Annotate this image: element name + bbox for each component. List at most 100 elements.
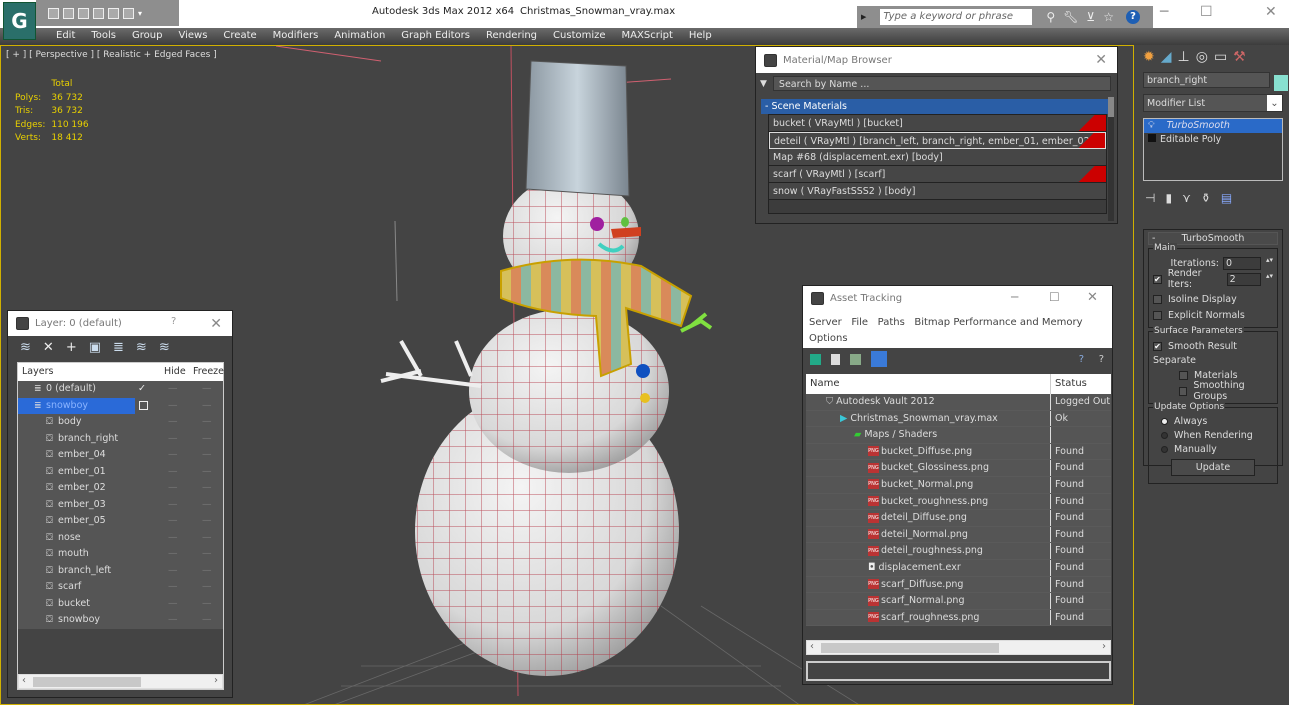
- maximize-button[interactable]: ☐: [1200, 4, 1213, 20]
- menu-graph-editors[interactable]: Graph Editors: [393, 28, 478, 45]
- column-hide[interactable]: Hide: [164, 363, 186, 381]
- viewport-label[interactable]: [ + ] [ Perspective ] [ Realistic + Edge…: [6, 50, 217, 60]
- asset-row[interactable]: ▶ Christmas_Snowman_vray.max Ok: [806, 410, 1111, 428]
- column-name[interactable]: Name: [810, 374, 840, 394]
- tab-modify-icon[interactable]: ◢: [1161, 49, 1172, 65]
- material-row[interactable]: bucket ( VRayMtl ) [bucket]: [769, 115, 1106, 132]
- asset-row[interactable]: PNG bucket_roughness.png Found: [806, 493, 1111, 511]
- menu-options[interactable]: Options: [809, 333, 848, 344]
- freeze-toggle[interactable]: —: [202, 431, 212, 447]
- freeze-toggle[interactable]: —: [202, 497, 212, 513]
- current-layer-checkbox[interactable]: [139, 400, 148, 410]
- select-objects-icon[interactable]: ▣: [89, 340, 101, 355]
- layer-object-row[interactable]: ⛋ branch_left — —: [18, 562, 223, 579]
- freeze-toggle[interactable]: —: [202, 381, 212, 397]
- qat-dropdown-icon[interactable]: ▾: [138, 9, 142, 18]
- scroll-left-icon[interactable]: ‹: [810, 641, 814, 652]
- material-search-input[interactable]: Search by Name ...: [772, 76, 1111, 91]
- tab-hierarchy-icon[interactable]: ⊥: [1178, 49, 1190, 65]
- maximize-icon[interactable]: ☐: [1049, 290, 1060, 304]
- asset-row[interactable]: PNG deteil_roughness.png Found: [806, 543, 1111, 560]
- hide-toggle[interactable]: —: [168, 381, 178, 397]
- help-icon[interactable]: ?: [1079, 354, 1084, 365]
- hide-all-icon[interactable]: ≋: [136, 340, 147, 355]
- freeze-toggle[interactable]: —: [202, 480, 212, 496]
- freeze-toggle[interactable]: —: [202, 596, 212, 612]
- asset-row[interactable]: PNG scarf_Diffuse.png Found: [806, 576, 1111, 594]
- column-freeze[interactable]: Freeze: [193, 363, 224, 381]
- tab-utilities-icon[interactable]: ⚒: [1233, 49, 1246, 65]
- freeze-toggle[interactable]: —: [202, 612, 212, 628]
- hide-toggle[interactable]: —: [168, 480, 178, 496]
- menu-views[interactable]: Views: [170, 28, 215, 45]
- chevron-down-icon[interactable]: ⌄: [1267, 95, 1282, 111]
- material-browser-titlebar[interactable]: Material/Map Browser ✕: [756, 47, 1117, 73]
- asset-row[interactable]: PNG deteil_Diffuse.png Found: [806, 510, 1111, 527]
- modifier-list-dropdown[interactable]: Modifier List ⌄: [1143, 94, 1283, 112]
- object-color-swatch[interactable]: [1274, 75, 1288, 91]
- layer-object-row[interactable]: ⛋ snowboy — —: [18, 612, 223, 629]
- vertical-scrollbar[interactable]: [1108, 97, 1114, 221]
- material-row[interactable]: snow ( VRayFastSSS2 ) [body]: [769, 183, 1106, 200]
- menu-maxscript[interactable]: MAXScript: [614, 28, 681, 45]
- hide-toggle[interactable]: —: [168, 530, 178, 546]
- wrench-icon[interactable]: 🔧︎: [1063, 10, 1078, 24]
- options-menu-icon[interactable]: ▼: [760, 79, 767, 89]
- menu-group[interactable]: Group: [124, 28, 170, 45]
- binoculars-icon[interactable]: ⚲: [1046, 10, 1055, 24]
- menu-animation[interactable]: Animation: [326, 28, 393, 45]
- close-icon[interactable]: ✕: [210, 316, 222, 332]
- menu-file[interactable]: File: [851, 317, 868, 328]
- menu-paths[interactable]: Paths: [878, 317, 905, 328]
- close-button[interactable]: ✕: [1265, 4, 1277, 20]
- configure-modifier-sets-icon[interactable]: ▤: [1221, 191, 1232, 205]
- make-unique-icon[interactable]: ⋎: [1182, 191, 1191, 205]
- smooth-result-checkbox[interactable]: ✔: [1153, 341, 1162, 351]
- create-layer-icon[interactable]: ≋: [20, 340, 31, 355]
- add-to-layer-icon[interactable]: +: [66, 340, 77, 355]
- asset-row[interactable]: PNG bucket_Diffuse.png Found: [806, 443, 1111, 461]
- pin-stack-icon[interactable]: ⊣: [1145, 191, 1155, 205]
- menu-edit[interactable]: Edit: [48, 28, 83, 45]
- list-view-icon[interactable]: [831, 353, 840, 365]
- hide-toggle[interactable]: —: [168, 464, 178, 480]
- render-iters-checkbox[interactable]: ✔: [1153, 274, 1162, 284]
- hide-toggle[interactable]: —: [168, 612, 178, 628]
- layer-object-row[interactable]: ⛋ bucket — —: [18, 595, 223, 612]
- asset-row[interactable]: ◘ displacement.exr Found: [806, 559, 1111, 577]
- lightbulb-icon[interactable]: 💡︎: [1148, 120, 1155, 131]
- freeze-toggle[interactable]: —: [202, 398, 212, 414]
- materials-checkbox[interactable]: [1179, 370, 1188, 380]
- hold-icon[interactable]: [108, 7, 119, 19]
- open-file-icon[interactable]: [48, 7, 59, 19]
- asset-row[interactable]: ▰ Maps / Shaders: [806, 427, 1111, 444]
- menu-help[interactable]: Help: [681, 28, 720, 45]
- asset-row[interactable]: PNG scarf_Normal.png Found: [806, 593, 1111, 610]
- hide-toggle[interactable]: —: [168, 447, 178, 463]
- redo-icon[interactable]: [93, 7, 104, 19]
- layer-row[interactable]: ≣ snowboy — —: [18, 397, 223, 414]
- star-icon[interactable]: ☆: [1103, 10, 1114, 24]
- menu-customize[interactable]: Customize: [545, 28, 614, 45]
- freeze-toggle[interactable]: —: [202, 513, 212, 529]
- tab-create-icon[interactable]: ✹: [1143, 49, 1155, 65]
- show-end-result-icon[interactable]: ▮: [1165, 191, 1172, 205]
- hide-toggle[interactable]: —: [168, 563, 178, 579]
- freeze-toggle[interactable]: —: [202, 530, 212, 546]
- smoothing-groups-checkbox[interactable]: [1179, 386, 1188, 396]
- layer-panel-titlebar[interactable]: Layer: 0 (default) ? ✕: [8, 311, 232, 336]
- layer-object-row[interactable]: ⛋ body — —: [18, 414, 223, 431]
- scroll-thumb[interactable]: [33, 677, 141, 687]
- menu-rendering[interactable]: Rendering: [478, 28, 545, 45]
- refresh-icon[interactable]: [810, 353, 821, 365]
- freeze-toggle[interactable]: —: [202, 414, 212, 430]
- hide-toggle[interactable]: —: [168, 497, 178, 513]
- delete-layer-icon[interactable]: ✕: [43, 340, 54, 355]
- iterations-spinner[interactable]: 0: [1223, 256, 1272, 270]
- layer-object-row[interactable]: ⛋ ember_05 — —: [18, 513, 223, 530]
- close-icon[interactable]: ✕: [1087, 290, 1098, 305]
- scroll-thumb[interactable]: [821, 643, 999, 653]
- app-menu-logo-icon[interactable]: G: [3, 2, 36, 40]
- layer-object-row[interactable]: ⛋ ember_04 — —: [18, 447, 223, 464]
- close-icon[interactable]: ✕: [1095, 52, 1107, 68]
